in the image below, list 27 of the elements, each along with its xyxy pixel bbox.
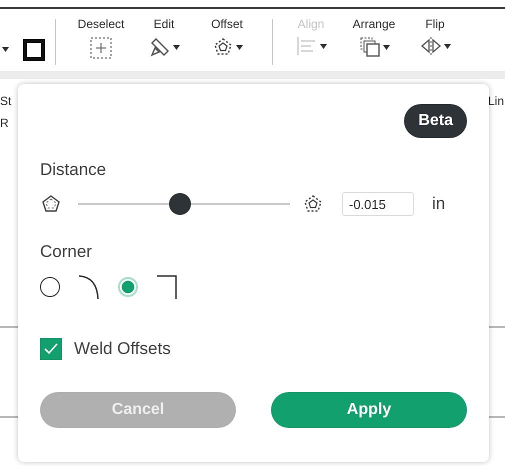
flip-tool[interactable]: Flip (409, 17, 461, 56)
pencil-ruler-icon (148, 36, 170, 58)
distance-label: Distance (40, 160, 108, 180)
corner-radio[interactable] (40, 277, 60, 297)
weld-label: Weld Offsets (74, 339, 171, 359)
rounded-corner-icon (78, 274, 100, 300)
arrange-tool[interactable]: Arrange (339, 17, 409, 58)
align-icon (296, 36, 318, 56)
slider-thumb[interactable] (168, 193, 191, 215)
flip-icon (420, 36, 442, 56)
deselect-tool[interactable]: Deselect (66, 17, 136, 60)
distance-field[interactable]: -0.015 (342, 192, 414, 216)
weld-checkbox[interactable] (40, 338, 62, 360)
deselect-icon (89, 36, 113, 60)
edit-tool[interactable]: Edit (136, 17, 192, 58)
side-label: St (0, 94, 12, 108)
beta-badge: Beta (404, 104, 467, 138)
side-label: R (0, 116, 9, 130)
stroke-swatch[interactable] (23, 39, 45, 61)
unit-label: in (432, 194, 446, 214)
caret-icon (2, 47, 9, 52)
checkmark-icon (44, 343, 58, 355)
corner-label: Corner (40, 242, 93, 262)
offset-tool[interactable]: Offset (192, 17, 262, 58)
arrange-icon (358, 36, 380, 58)
side-label: Lin (488, 94, 504, 108)
square-corner-icon (156, 274, 178, 300)
